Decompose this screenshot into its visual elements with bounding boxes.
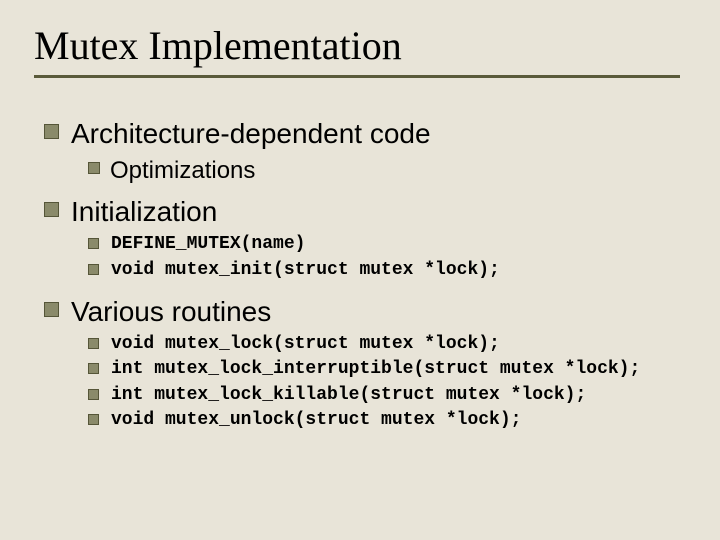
square-bullet-icon [88,389,99,400]
bullet-text: Various routines [71,294,271,329]
slide-content: Architecture-dependent code Optimization… [34,116,686,433]
square-bullet-icon [88,363,99,374]
code-text: int mutex_lock_interruptible(struct mute… [111,358,640,381]
square-bullet-icon [88,162,100,174]
code-text: void mutex_init(struct mutex *lock); [111,259,500,282]
code-text: int mutex_lock_killable(struct mutex *lo… [111,384,586,407]
square-bullet-icon [88,338,99,349]
bullet-level2-code: int mutex_lock_killable(struct mutex *lo… [88,384,686,407]
bullet-level2-code: void mutex_init(struct mutex *lock); [88,259,686,282]
square-bullet-icon [88,264,99,275]
bullet-text: Architecture-dependent code [71,116,431,151]
bullet-text: Optimizations [110,155,255,186]
bullet-text: Initialization [71,194,217,229]
bullet-level2-code: void mutex_lock(struct mutex *lock); [88,333,686,356]
square-bullet-icon [88,238,99,249]
code-text: void mutex_unlock(struct mutex *lock); [111,409,521,432]
bullet-level1: Various routines [44,294,686,329]
code-text: void mutex_lock(struct mutex *lock); [111,333,500,356]
bullet-level2: Optimizations [88,155,686,186]
bullet-level2-code: void mutex_unlock(struct mutex *lock); [88,409,686,432]
code-text: DEFINE_MUTEX(name) [111,233,305,256]
slide-title: Mutex Implementation [34,22,686,69]
bullet-level1: Initialization [44,194,686,229]
square-bullet-icon [44,302,59,317]
slide: Mutex Implementation Architecture-depend… [0,0,720,540]
bullet-level1: Architecture-dependent code [44,116,686,151]
square-bullet-icon [44,202,59,217]
title-underline [34,75,680,78]
bullet-level2-code: int mutex_lock_interruptible(struct mute… [88,358,686,381]
square-bullet-icon [88,414,99,425]
bullet-level2-code: DEFINE_MUTEX(name) [88,233,686,256]
square-bullet-icon [44,124,59,139]
